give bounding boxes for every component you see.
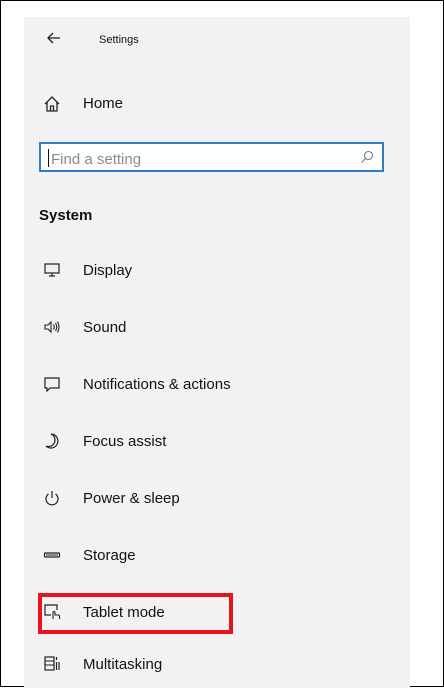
sidebar-item-home[interactable]: Home [24,87,410,121]
sidebar-item-label: Tablet mode [83,604,165,621]
search-input[interactable] [49,148,353,170]
tablet-mode-icon [43,603,61,621]
title-bar: Settings [24,17,410,65]
settings-sidebar: Settings Home System [24,17,410,688]
sidebar-item-tablet-mode[interactable]: Tablet mode [24,592,410,632]
sidebar-item-label: Storage [83,547,136,564]
power-icon [43,489,61,507]
sidebar-item-label: Sound [83,319,127,336]
sidebar-item-label: Multitasking [83,656,163,673]
sound-icon [43,318,61,336]
sidebar-item-label: Notifications & actions [83,376,231,393]
moon-icon [43,432,61,450]
sidebar-item-storage[interactable]: Storage [24,535,410,575]
sidebar-item-label: Display [83,262,133,279]
sidebar-item-notifications[interactable]: Notifications & actions [24,364,410,404]
sidebar-item-label: Focus assist [83,433,167,450]
search-icon[interactable] [360,150,374,164]
display-icon [43,261,61,279]
home-icon [43,95,61,113]
section-heading: System [39,207,93,224]
sidebar-item-label: Power & sleep [83,490,180,507]
sidebar-item-multitasking[interactable]: Multitasking [24,644,410,684]
storage-icon [43,546,61,564]
search-box[interactable] [39,142,384,172]
window-title: Settings [99,34,139,46]
sidebar-item-power-sleep[interactable]: Power & sleep [24,478,410,518]
notifications-icon [43,375,61,393]
sidebar-item-sound[interactable]: Sound [24,307,410,347]
sidebar-item-label: Home [83,95,124,112]
multitasking-icon [43,655,61,673]
screenshot-frame: Settings Home System [0,0,444,688]
sidebar-item-display[interactable]: Display [24,250,410,290]
back-arrow-icon[interactable] [46,30,62,46]
sidebar-item-focus-assist[interactable]: Focus assist [24,421,410,461]
